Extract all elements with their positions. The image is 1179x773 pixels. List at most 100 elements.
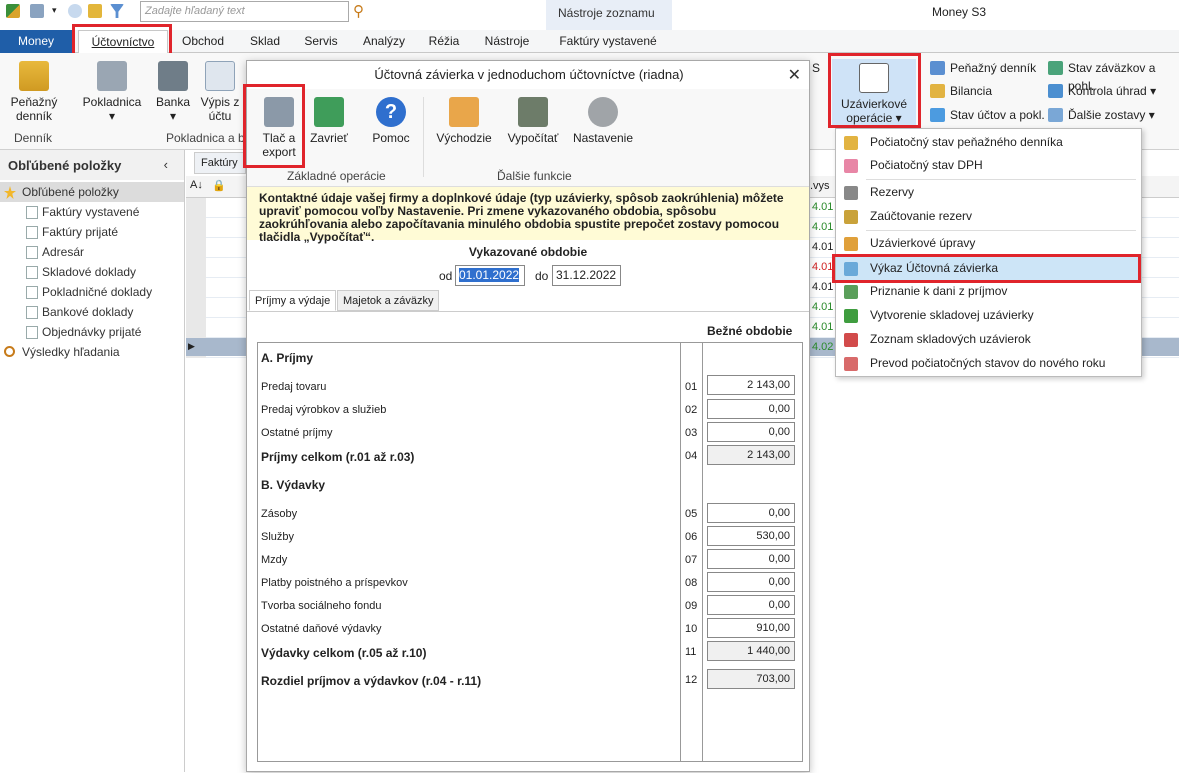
sidebar-item-objednavky[interactable]: Objednávky prijaté <box>0 322 184 342</box>
dialog-title: Účtovná závierka v jednoduchom účtovníct… <box>374 67 684 82</box>
stav-uctov-button[interactable]: Stav účtov a pokl. <box>930 106 1045 124</box>
menu-divider <box>866 230 1136 231</box>
row-label: Zásoby <box>261 508 298 520</box>
selected-row[interactable] <box>186 338 246 356</box>
tab-rezia[interactable]: Réžia <box>420 30 468 53</box>
search-icon[interactable]: ⚲ <box>353 2 364 20</box>
tab-analyzy[interactable]: Analýzy <box>356 30 412 53</box>
row-label: Služby <box>261 531 295 543</box>
date-from-input[interactable]: 01.01.2022 <box>455 265 525 286</box>
section-vydavky: B. Výdavky <box>261 478 326 492</box>
row-number: 06 <box>685 531 698 543</box>
sidebar-item-faktury-vystavene[interactable]: Faktúry vystavené <box>0 202 184 222</box>
row-number: 08 <box>685 577 698 589</box>
pomoc-button[interactable]: ? Pomoc <box>367 97 415 145</box>
menu-item-pociatocny-stav-dennika[interactable]: Počiatočný stav peňažného denníka <box>836 131 1141 154</box>
tab-money[interactable]: Money <box>0 30 72 53</box>
grid-rows <box>206 198 246 358</box>
row-value[interactable]: 0,00 <box>707 503 795 523</box>
vypocitat-button[interactable]: Vypočítať <box>503 97 563 145</box>
penazny-dennik-report-button[interactable]: Peňažný denník <box>930 59 1036 77</box>
tab-nastroje[interactable]: Nástroje <box>478 30 536 53</box>
calculator-icon <box>518 97 548 127</box>
row-value[interactable]: 0,00 <box>707 549 795 569</box>
date-to-input[interactable]: 31.12.2022 <box>552 265 621 286</box>
dalsie-zostavy-button[interactable]: Ďalšie zostavy ▾ <box>1048 106 1155 124</box>
menu-item-pociatocny-stav-dph[interactable]: Počiatočný stav DPH <box>836 154 1141 177</box>
bulb-icon[interactable] <box>68 4 82 18</box>
stav-zavazkov-button[interactable]: Stav záväzkov a pohl. <box>1048 59 1179 93</box>
penazny-dennik-button[interactable]: Peňažný denník <box>6 61 62 123</box>
app-icon[interactable] <box>6 4 20 18</box>
banka-button[interactable]: Banka ▾ <box>152 61 194 123</box>
search-input[interactable]: Zadajte hľadaný text <box>140 1 349 22</box>
menu-item-priznanie[interactable]: Priznanie k dani z príjmov <box>836 280 1141 303</box>
dropdown-icon[interactable]: ▾ <box>52 5 57 16</box>
sidebar-item-label: Výsledky hľadania <box>22 345 120 359</box>
nastavenie-button[interactable]: Nastavenie <box>569 97 637 145</box>
menu-item-prevod-stavov[interactable]: Prevod počiatočných stavov do nového rok… <box>836 352 1141 375</box>
menu-item-label: Rezervy <box>870 185 915 199</box>
menu-item-label: Zoznam skladových uzávierok <box>870 332 1031 346</box>
row-value[interactable]: 0,00 <box>707 422 795 442</box>
journal-icon <box>844 136 858 150</box>
tab-faktury-vystavene[interactable]: Faktúry vystavené <box>552 30 664 53</box>
row-value[interactable]: 0,00 <box>707 399 795 419</box>
vychodzie-button[interactable]: Východzie <box>433 97 495 145</box>
section-prijmy: A. Príjmy <box>261 351 314 365</box>
partial-label: S <box>812 61 821 75</box>
value-column-line <box>702 342 703 762</box>
vypis-uctu-button[interactable]: Výpis z účtu <box>200 61 240 123</box>
list-tab[interactable]: Faktúry v <box>194 152 246 174</box>
uctovna-zavierka-dialog: Účtovná závierka v jednoduchom účtovníct… <box>246 60 810 772</box>
bilancia-button[interactable]: Bilancia <box>930 82 992 100</box>
list-icon <box>844 333 858 347</box>
check-icon <box>1048 84 1063 98</box>
zavriet-button[interactable]: Zavrieť <box>307 97 351 145</box>
row-value[interactable]: 530,00 <box>707 526 795 546</box>
close-icon[interactable]: ✕ <box>788 65 801 85</box>
note-icon[interactable] <box>88 4 102 18</box>
uzavierkove-menu: Počiatočný stav peňažného denníka Počiat… <box>835 128 1142 377</box>
menu-item-zoznam-uzavierok[interactable]: Zoznam skladových uzávierok <box>836 328 1141 351</box>
tax-icon <box>844 285 858 299</box>
grid-icon <box>1048 108 1063 122</box>
menu-item-rezervy[interactable]: Rezervy <box>836 181 1141 204</box>
row-value: 703,00 <box>707 669 795 689</box>
list-icon[interactable] <box>30 4 44 18</box>
row-label: Tvorba sociálneho fondu <box>261 600 382 612</box>
filter-icon[interactable] <box>110 4 124 18</box>
pencil-icon <box>844 309 858 323</box>
tab-prijmy-vydaje[interactable]: Príjmy a výdaje <box>249 290 337 311</box>
sort-icon[interactable]: A↓ <box>190 179 203 191</box>
highlight-uzavierkove <box>828 53 921 128</box>
row-value[interactable]: 0,00 <box>707 595 795 615</box>
pokladnica-button[interactable]: Pokladnica ▾ <box>78 61 146 123</box>
tab-majetok-zavazky[interactable]: Majetok a záväzky <box>337 290 440 311</box>
sidebar-item-pokladnicne[interactable]: Pokladničné doklady <box>0 282 184 302</box>
menu-item-vytvorenie-uzavierky[interactable]: Vytvorenie skladovej uzávierky <box>836 304 1141 327</box>
row-value[interactable]: 2 143,00 <box>707 375 795 395</box>
sidebar-item-oblubene[interactable]: Obľúbené položky <box>0 182 184 202</box>
tab-servis[interactable]: Servis <box>296 30 346 53</box>
tab-sklad[interactable]: Sklad <box>240 30 290 53</box>
sidebar-item-bankove[interactable]: Bankové doklady <box>0 302 184 322</box>
kontrola-uhrad-button[interactable]: Kontrola úhrad ▾ <box>1048 82 1156 100</box>
collapse-icon[interactable]: ‹ <box>164 157 168 172</box>
document-icon <box>26 286 38 299</box>
menu-item-zauctovanie-rezerv[interactable]: Zaúčtovanie rezerv <box>836 205 1141 228</box>
tab-obchod[interactable]: Obchod <box>172 30 234 53</box>
row-value[interactable]: 910,00 <box>707 618 795 638</box>
sidebar-item-skladove[interactable]: Skladové doklady <box>0 262 184 282</box>
sidebar-item-label: Bankové doklady <box>42 305 134 319</box>
sidebar-item-faktury-prijate[interactable]: Faktúry prijaté <box>0 222 184 242</box>
sidebar-item-vysledky[interactable]: Výsledky hľadania <box>0 342 184 362</box>
menu-item-uzavierkove-upravy[interactable]: Uzávierkové úpravy <box>836 232 1141 255</box>
row-label: Mzdy <box>261 554 288 566</box>
group-zakladne: Základné operácie <box>287 169 386 183</box>
highlight-tlac <box>243 84 305 168</box>
grid-left-strip: Faktúry v A↓ 🔒 ▶ <box>186 150 246 772</box>
sidebar-item-adresar[interactable]: Adresár <box>0 242 184 262</box>
row-value[interactable]: 0,00 <box>707 572 795 592</box>
date-from-value: 01.01.2022 <box>459 268 520 282</box>
